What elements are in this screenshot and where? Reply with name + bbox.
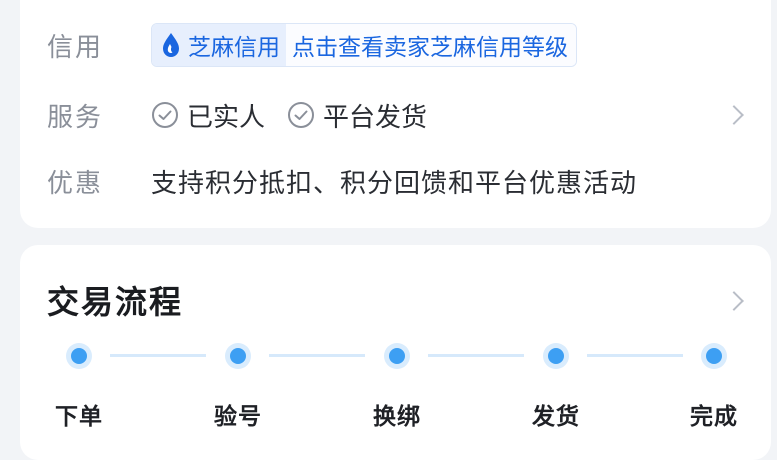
step-dot [225,343,251,369]
step-connector [428,354,524,357]
step-label-ship: 发货 [532,404,580,430]
step-connector [269,354,365,357]
credit-row: 信用 芝麻信用 点击查看卖家芝麻信用等级 [47,23,771,67]
step-dot [66,343,92,369]
step-dot [543,343,569,369]
service-item-label: 平台发货 [323,102,428,133]
step-label-verify: 验号 [214,404,262,430]
service-item-verified: 已实人 [151,97,265,134]
step-dot [701,343,727,369]
service-row[interactable]: 服务 已实人 平台发货 [47,93,771,137]
step-connector [587,354,683,357]
flame-drop-icon [163,33,179,57]
discount-label: 优惠 [47,168,104,199]
step-label-rebind: 换绑 [373,404,421,430]
trade-flow-title: 交易流程 [47,283,184,321]
step-label-order: 下单 [55,404,103,430]
service-label: 服务 [47,102,104,133]
credit-link-box[interactable]: 芝麻信用 点击查看卖家芝麻信用等级 [151,23,577,67]
step-label-complete: 完成 [690,404,738,430]
service-item-platform-delivery: 平台发货 [287,97,427,134]
step-connector [110,354,206,357]
check-circle-icon [288,102,315,128]
credit-level-link[interactable]: 点击查看卖家芝麻信用等级 [286,24,576,66]
service-item-label: 已实人 [187,102,266,133]
check-circle-icon [152,102,178,128]
chevron-right-icon[interactable] [724,291,744,311]
discount-text: 支持积分抵扣、积分回馈和平台优惠活动 [151,168,638,199]
credit-brand-text: 芝麻信用 [188,35,280,61]
credit-label: 信用 [47,32,104,63]
step-dot [384,343,410,369]
trade-flow-card[interactable]: 交易流程 下单 验号 换绑 发货 完成 [20,245,771,460]
seller-info-card: 信用 芝麻信用 点击查看卖家芝麻信用等级 服务 已实人 平台发货 优惠 支持积分… [20,0,771,228]
chevron-right-icon[interactable] [724,105,744,125]
discount-row: 优惠 支持积分抵扣、积分回馈和平台优惠活动 [47,159,771,203]
sesame-credit-badge: 芝麻信用 [152,24,286,66]
